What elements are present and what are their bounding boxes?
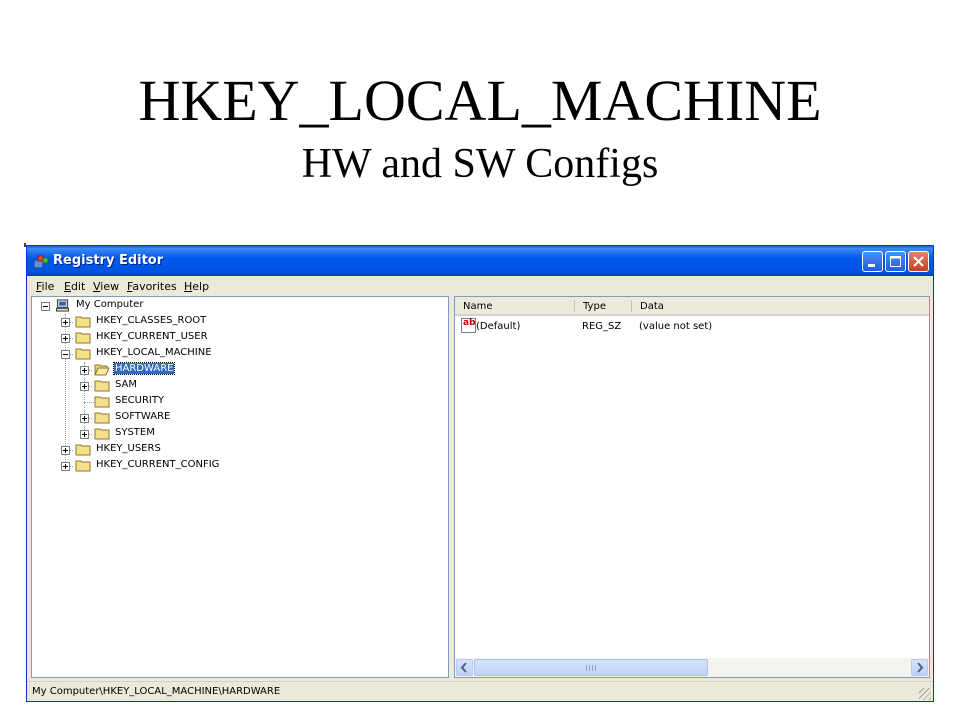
tree-node-my-computer[interactable]: My Computer	[41, 298, 241, 314]
open-folder-icon	[94, 364, 110, 376]
tree-node-label: SOFTWARE	[115, 411, 171, 422]
computer-icon	[56, 299, 70, 312]
tree-node-label: HARDWARE	[112, 362, 176, 375]
tree-node-label: HKEY_CURRENT_CONFIG	[96, 459, 220, 470]
slide-subtitle: HW and SW Configs	[301, 141, 659, 187]
menu-edit[interactable]: Edit	[64, 280, 85, 293]
resize-grip-icon[interactable]	[919, 688, 931, 700]
slide-title: HKEY_LOCAL_MACHINE	[138, 68, 822, 133]
expand-icon[interactable]	[80, 414, 89, 423]
menu-view[interactable]: View	[93, 280, 119, 293]
column-header-name[interactable]: Name	[455, 297, 575, 316]
folder-icon	[94, 428, 110, 440]
maximize-button[interactable]	[885, 251, 906, 272]
folder-icon	[94, 396, 110, 408]
minimize-button[interactable]	[862, 251, 883, 272]
tree-node-hkey-current-config[interactable]: HKEY_CURRENT_CONFIG	[61, 458, 261, 474]
folder-icon	[75, 460, 91, 472]
value-data: (value not set)	[639, 321, 713, 332]
expand-icon[interactable]	[61, 334, 70, 343]
expand-icon[interactable]	[61, 462, 70, 471]
expand-icon[interactable]	[80, 430, 89, 439]
horizontal-scrollbar[interactable]	[455, 658, 929, 677]
tree-node-hkey-local-machine[interactable]: HKEY_LOCAL_MACHINE	[61, 346, 261, 362]
folder-icon	[75, 316, 91, 328]
title-bar[interactable]: Registry Editor	[27, 246, 933, 276]
tree-node-label: My Computer	[76, 299, 144, 310]
registry-editor-window: Registry Editor File Edit View Favorites…	[26, 245, 934, 702]
tree-node-label: SYSTEM	[115, 427, 155, 438]
folder-icon	[75, 332, 91, 344]
registry-editor-icon[interactable]	[33, 254, 49, 270]
column-header-type[interactable]: Type	[575, 297, 632, 316]
tree-node-security[interactable]: SECURITY	[80, 394, 280, 410]
minimize-icon	[868, 264, 875, 267]
window-title: Registry Editor	[53, 253, 164, 268]
tree-node-label: HKEY_CLASSES_ROOT	[96, 315, 207, 326]
tree-node-label: HKEY_USERS	[96, 443, 161, 454]
folder-icon	[75, 444, 91, 456]
column-header-data[interactable]: Data	[632, 297, 929, 316]
chevron-right-icon	[917, 662, 924, 673]
tree-node-sam[interactable]: SAM	[80, 378, 280, 394]
collapse-icon[interactable]	[61, 350, 70, 359]
expand-icon[interactable]	[61, 446, 70, 455]
menu-bar: File Edit View Favorites Help	[27, 276, 933, 296]
tree-node-label: HKEY_LOCAL_MACHINE	[96, 347, 212, 358]
values-list-pane[interactable]: Name Type Data ab (Default) REG_SZ (valu…	[454, 296, 930, 678]
tree-node-label: HKEY_CURRENT_USER	[96, 331, 208, 342]
menu-favorites[interactable]: Favorites	[127, 280, 177, 293]
close-icon	[913, 256, 924, 267]
tree-node-label: SAM	[115, 379, 138, 390]
tree-node-label: SECURITY	[115, 395, 165, 406]
tree-node-system[interactable]: SYSTEM	[80, 426, 280, 442]
menu-file[interactable]: File	[36, 280, 54, 293]
tree-node-hkey-classes-root[interactable]: HKEY_CLASSES_ROOT	[61, 314, 261, 330]
tree-node-hkey-current-user[interactable]: HKEY_CURRENT_USER	[61, 330, 261, 346]
scroll-thumb[interactable]	[474, 659, 708, 676]
string-value-icon: ab	[461, 318, 476, 333]
expand-icon[interactable]	[80, 366, 89, 375]
chevron-left-icon	[460, 662, 467, 673]
value-type: REG_SZ	[582, 321, 622, 332]
expand-icon[interactable]	[80, 382, 89, 391]
close-button[interactable]	[908, 251, 929, 272]
menu-help[interactable]: Help	[184, 280, 209, 293]
value-name: (Default)	[476, 321, 521, 332]
maximize-icon	[890, 256, 901, 267]
tree-node-software[interactable]: SOFTWARE	[80, 410, 280, 426]
tree-node-hkey-users[interactable]: HKEY_USERS	[61, 442, 261, 458]
scroll-right-button[interactable]	[911, 659, 928, 676]
folder-icon	[75, 348, 91, 360]
scroll-left-button[interactable]	[456, 659, 473, 676]
collapse-icon[interactable]	[41, 302, 50, 311]
status-path: My Computer\HKEY_LOCAL_MACHINE\HARDWARE	[32, 686, 281, 697]
folder-icon	[94, 380, 110, 392]
status-bar: My Computer\HKEY_LOCAL_MACHINE\HARDWARE	[27, 681, 933, 702]
expand-icon[interactable]	[61, 318, 70, 327]
key-tree-pane[interactable]: My Computer HKEY_CLASSES_ROOT HKEY_CURRE…	[31, 296, 449, 678]
folder-icon	[94, 412, 110, 424]
tree-node-hardware[interactable]: HARDWARE	[80, 362, 280, 378]
